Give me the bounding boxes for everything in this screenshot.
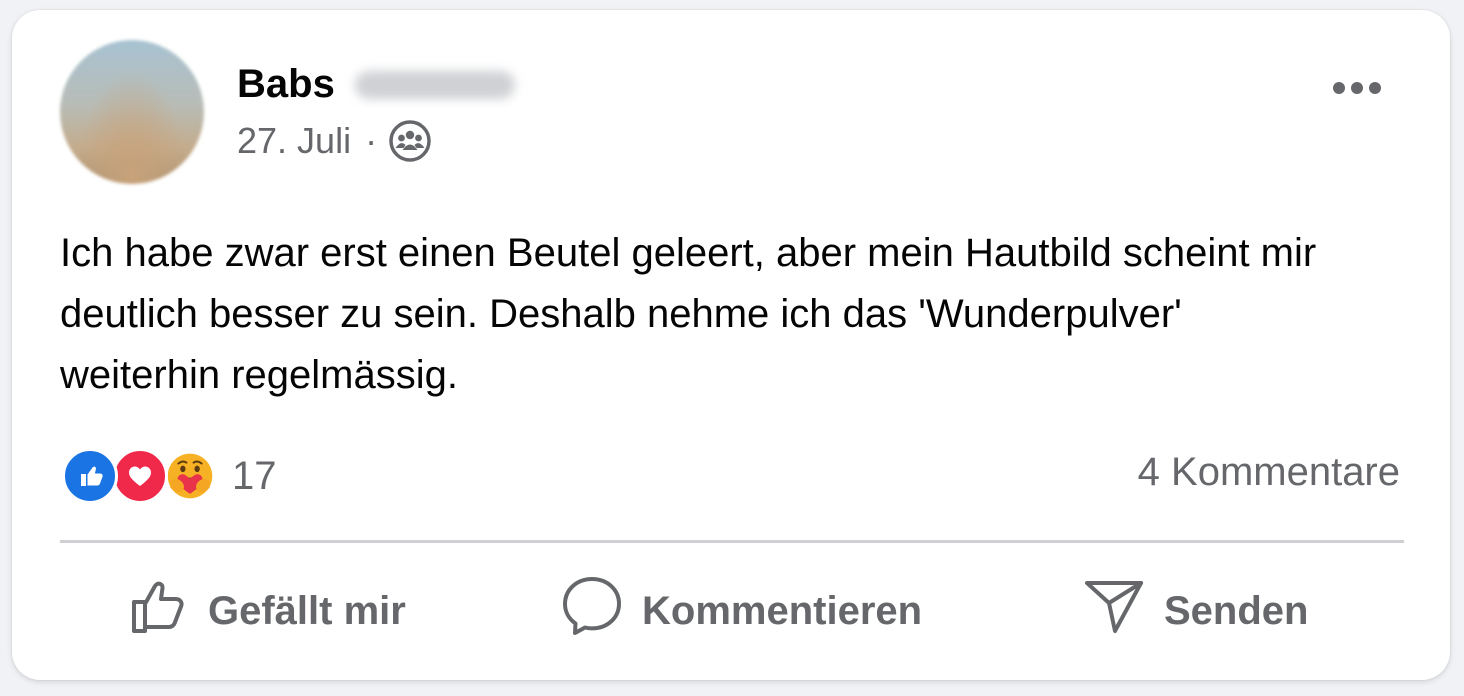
post-meta: 27. Juli · bbox=[237, 120, 431, 162]
care-reaction-icon bbox=[162, 448, 218, 504]
author-header: Babs bbox=[237, 62, 515, 107]
post-text: Ich habe zwar erst einen Beutel geleert,… bbox=[60, 231, 1317, 397]
friends-icon[interactable] bbox=[389, 120, 431, 162]
send-icon bbox=[1082, 575, 1164, 647]
like-label: Gefällt mir bbox=[208, 588, 406, 633]
reactions-summary[interactable]: 17 bbox=[62, 446, 277, 506]
comment-bubble-icon bbox=[560, 575, 642, 647]
post-date[interactable]: 27. Juli bbox=[237, 120, 351, 162]
like-button[interactable]: Gefällt mir bbox=[128, 576, 406, 646]
send-button[interactable]: Senden bbox=[1082, 576, 1308, 646]
comment-label: Kommentieren bbox=[642, 588, 923, 633]
comments-count-link[interactable]: 4 Kommentare bbox=[1138, 450, 1400, 495]
post-card: Babs 27. Juli · Ich habe zwar erst einen… bbox=[12, 10, 1450, 680]
like-reaction-icon bbox=[62, 448, 118, 504]
author-avatar[interactable] bbox=[60, 40, 204, 184]
send-label: Senden bbox=[1164, 588, 1309, 633]
author-surname-redacted bbox=[354, 70, 515, 99]
actions-divider bbox=[60, 540, 1404, 543]
comment-button[interactable]: Kommentieren bbox=[560, 576, 922, 646]
meta-separator: · bbox=[365, 120, 378, 161]
more-options-icon[interactable] bbox=[1324, 68, 1390, 108]
author-name[interactable]: Babs bbox=[237, 62, 335, 107]
love-reaction-icon bbox=[112, 448, 168, 504]
thumbs-up-icon bbox=[128, 575, 208, 647]
reaction-count: 17 bbox=[232, 453, 277, 498]
